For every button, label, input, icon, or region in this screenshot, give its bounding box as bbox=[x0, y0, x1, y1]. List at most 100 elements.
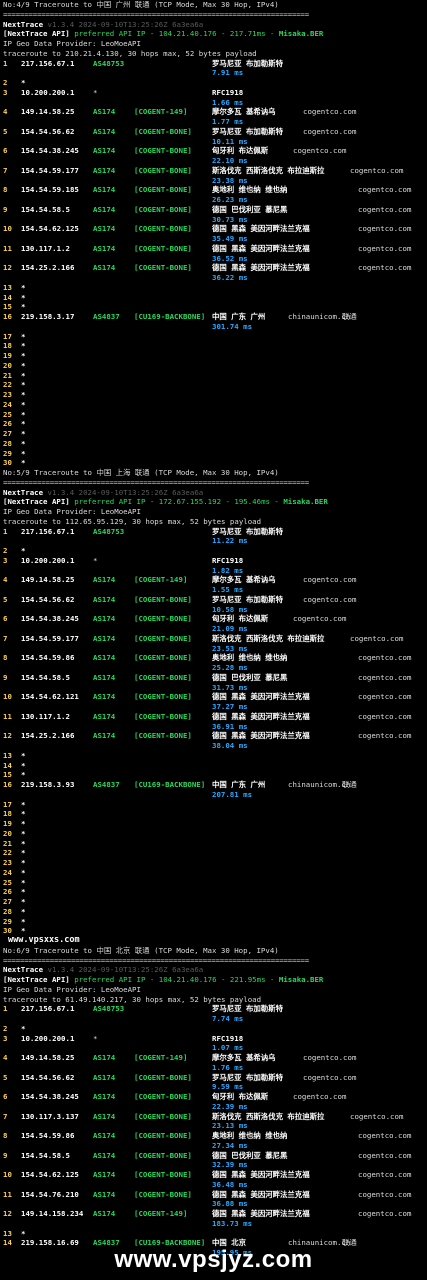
api-text: preferred API IP - 172.67.155.192 - 195.… bbox=[69, 497, 284, 507]
hop-number: 9 bbox=[3, 204, 8, 214]
hop-domain: cogentco.com bbox=[303, 126, 357, 136]
watermark: www.vpsjyz.com bbox=[114, 1246, 313, 1273]
hop-latency: 30.73 ms bbox=[212, 214, 248, 224]
hop-location: 匈牙利 布达佩斯 bbox=[212, 1092, 269, 1101]
hop-location: 摩尔多瓦 基希讷乌 bbox=[212, 1053, 276, 1062]
hop-number: 2 bbox=[3, 78, 8, 87]
hop-timeout: * bbox=[21, 546, 26, 555]
hop-asn: AS4837 bbox=[93, 780, 120, 789]
hop-timeout: * bbox=[21, 282, 26, 292]
trace-header: No:6/9 Traceroute to 中国 北京 联通 (TCP Mode,… bbox=[3, 945, 279, 955]
hop-number: 9 bbox=[3, 672, 8, 682]
hop-latency: 36.91 ms bbox=[212, 721, 248, 731]
hop-timeout: * bbox=[21, 448, 26, 458]
hop-timeout: * bbox=[21, 458, 26, 468]
hop-row: 28 * bbox=[3, 439, 427, 449]
hop-ip: 154.54.59.86 bbox=[21, 1131, 75, 1140]
hop-row: 8 154.54.59.86 AS174 [COGENT-BONE] 奥地利 维也纳 维… bbox=[3, 1131, 427, 1141]
hop-number: 30 bbox=[3, 458, 12, 468]
hop-location: 德国 黑森 美因河畔法兰克福 bbox=[212, 243, 310, 253]
trace-header: No:5/9 Traceroute to 中国 上海 联通 (TCP Mode,… bbox=[3, 468, 427, 478]
hop-tag: [COGENT-BONE] bbox=[134, 1131, 192, 1140]
hop-latency: 36.52 ms bbox=[3, 254, 427, 264]
hop-tag: [COGENT-BONE] bbox=[134, 653, 192, 663]
hop-asn: AS48753 bbox=[93, 1004, 125, 1014]
hop-ip: 10.200.200.1 bbox=[21, 1033, 75, 1043]
hop-location: 罗马尼亚 布加勒斯特 bbox=[212, 126, 283, 136]
hop-timeout: * bbox=[21, 419, 26, 429]
trace-header: No:4/9 Traceroute to 中国 广州 联通 (TCP Mode,… bbox=[3, 0, 427, 10]
hop-ip: 217.156.67.1 bbox=[21, 58, 75, 68]
hop-row: 10 154.54.62.125 AS174 [COGENT-BONE] 德国 黑森 美… bbox=[3, 1170, 427, 1180]
hop-row: 18 * bbox=[3, 341, 427, 351]
version-text: v1.3.4 2024-09-10T13:25:26Z 6a3ea6a bbox=[47, 19, 204, 29]
hop-domain: cogentco.com bbox=[350, 165, 404, 175]
hop-row: 17 * bbox=[3, 332, 427, 342]
hop-asn: AS174 bbox=[93, 107, 116, 117]
hop-number: 13 bbox=[3, 1228, 12, 1238]
hop-number: 9 bbox=[3, 1150, 8, 1160]
hop-latency: 23.53 ms bbox=[212, 643, 248, 653]
hop-timeout: * bbox=[21, 360, 26, 370]
hop-row: 7 130.117.3.137 AS174 [COGENT-BONE] 斯洛伐克 西斯洛… bbox=[3, 1112, 427, 1122]
hop-domain: cogentco.com bbox=[358, 185, 412, 195]
hop-asn: AS48753 bbox=[93, 58, 125, 68]
hop-number: 16 bbox=[3, 780, 12, 789]
hop-timeout: * bbox=[21, 78, 26, 87]
hop-timeout: * bbox=[21, 916, 26, 926]
trace-target: traceroute to 112.65.95.129, 30 hops max… bbox=[3, 517, 427, 527]
hop-latency: 35.49 ms bbox=[3, 234, 427, 244]
hop-latency: 23.38 ms bbox=[3, 176, 427, 186]
hop-location: 罗马尼亚 布加勒斯特 bbox=[212, 594, 283, 604]
hop-latency: 26.23 ms bbox=[3, 195, 427, 205]
nexttrace-title: NextTrace v1.3.4 2024-09-10T13:25:26Z 6a… bbox=[3, 488, 427, 498]
hop-asn: AS174 bbox=[93, 1209, 116, 1218]
hop-domain: cogentco.com bbox=[293, 614, 347, 624]
hop-number: 8 bbox=[3, 185, 8, 195]
hop-row: 11 154.54.76.210 AS174 [COGENT-BONE] 德国 黑森 美… bbox=[3, 1190, 427, 1200]
hop-number: 3 bbox=[3, 87, 8, 97]
separator: ========================================… bbox=[3, 10, 427, 20]
hop-ip: 219.158.3.17 bbox=[21, 312, 75, 321]
hop-latency: 36.48 ms bbox=[3, 1180, 427, 1190]
hop-number: 2 bbox=[3, 1023, 8, 1033]
hop-latency: 10.11 ms bbox=[212, 136, 248, 146]
hop-ip: 130.117.3.137 bbox=[21, 1111, 79, 1121]
hop-timeout: * bbox=[21, 897, 26, 906]
hop-location: 罗马尼亚 布加勒斯特 bbox=[212, 1004, 283, 1014]
hop-number: 6 bbox=[3, 146, 8, 156]
hop-number: 4 bbox=[3, 575, 8, 585]
hop-row: 15 * bbox=[3, 770, 427, 780]
hop-row: 27 * bbox=[3, 429, 427, 439]
hop-tag: [COGENT-BONE] bbox=[134, 1150, 192, 1160]
hop-row: 22 * bbox=[3, 380, 427, 390]
hop-timeout: * bbox=[21, 760, 26, 770]
site-label: www.vpsxxs.com bbox=[8, 936, 80, 945]
hop-latency: 301.74 ms bbox=[212, 321, 253, 331]
hop-number: 4 bbox=[3, 1053, 8, 1062]
hop-timeout: * bbox=[21, 331, 26, 341]
hop-ip: 154.54.59.86 bbox=[21, 653, 75, 663]
hop-asn: AS174 bbox=[93, 1189, 116, 1199]
trace-header: No:5/9 Traceroute to 中国 上海 联通 (TCP Mode,… bbox=[3, 468, 279, 477]
hop-number: 11 bbox=[3, 243, 12, 253]
hop-row: 1 217.156.67.1 AS48753 罗马尼亚 布加勒斯特 bbox=[3, 59, 427, 69]
nexttrace-title: NextTrace v1.3.4 2024-09-10T13:25:26Z 6a… bbox=[3, 965, 427, 975]
hop-number: 13 bbox=[3, 282, 12, 292]
hop-row: 6 154.54.38.245 AS174 [COGENT-BONE] 匈牙利 布达佩斯… bbox=[3, 146, 427, 156]
hop-latency: 9.59 ms bbox=[3, 1082, 427, 1092]
hop-row: 26 * bbox=[3, 887, 427, 897]
hop-row: 15 * bbox=[3, 302, 427, 312]
trace-target: traceroute to 112.65.95.129, 30 hops max… bbox=[3, 516, 262, 526]
hop-number: 12 bbox=[3, 1209, 12, 1218]
hop-location: 摩尔多瓦 基希讷乌 bbox=[212, 575, 276, 585]
hop-latency: 7.91 ms bbox=[3, 68, 427, 78]
hop-latency: 10.11 ms bbox=[3, 137, 427, 147]
hop-location: 德国 黑森 美因河畔法兰克福 bbox=[212, 224, 310, 234]
hop-number: 25 bbox=[3, 877, 12, 887]
hop-domain: cogentco.com bbox=[358, 731, 412, 741]
trace-target: traceroute to 210.21.4.130, 30 hops max,… bbox=[3, 49, 427, 59]
hop-domain: cogentco.com bbox=[358, 263, 412, 273]
hop-latency: 7.91 ms bbox=[212, 68, 244, 78]
trace-header: No:4/9 Traceroute to 中国 广州 联通 (TCP Mode,… bbox=[3, 0, 279, 9]
